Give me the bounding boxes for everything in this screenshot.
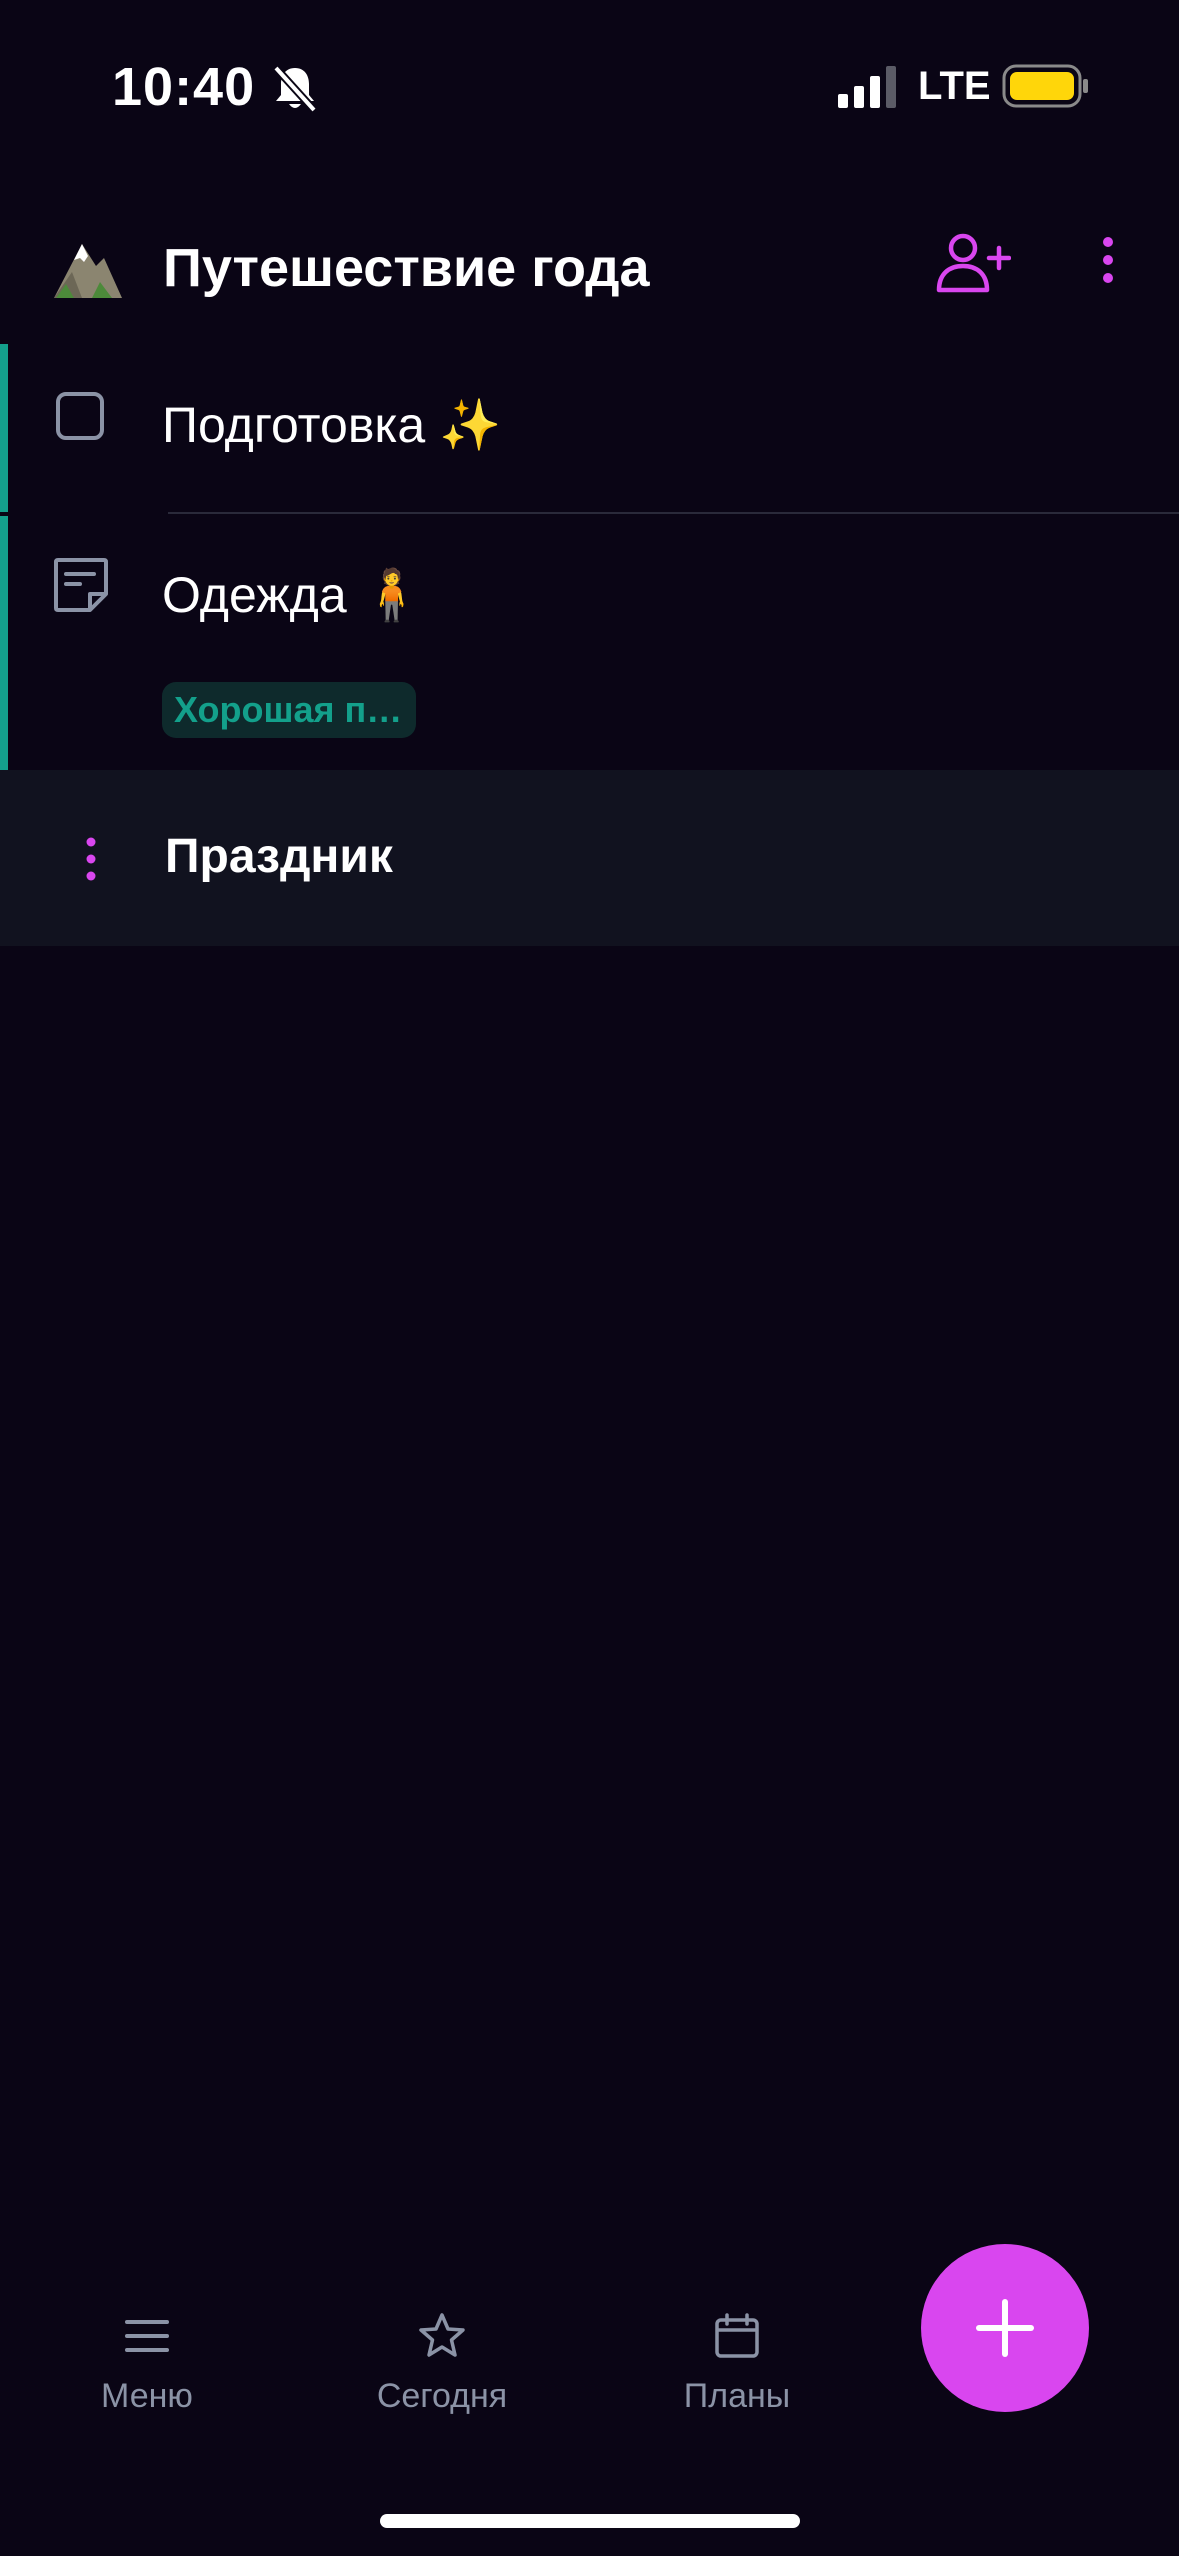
tab-plans[interactable]: Планы [637,2300,837,2450]
tab-menu[interactable]: Меню [47,2300,247,2450]
cellular-signal-icon [838,66,896,108]
home-indicator[interactable] [380,2514,800,2528]
list-item-note[interactable]: Одежда 🧍 Хорошая п… [0,516,1179,770]
tab-menu-label: Меню [101,2377,193,2415]
add-user-icon[interactable] [935,232,1011,296]
section-title: Праздник [165,830,393,883]
list-color-marker [0,516,8,770]
add-button[interactable] [921,2244,1089,2412]
network-type: LTE [918,64,991,108]
more-vertical-icon[interactable] [80,834,102,884]
divider [168,512,1179,514]
mountain-icon [54,244,122,298]
plus-icon [976,2299,1034,2357]
status-time: 10:40 [112,57,256,117]
menu-icon [125,2320,169,2352]
tab-today-label: Сегодня [376,2377,508,2415]
section-header[interactable]: Праздник [0,770,1179,946]
tab-today[interactable]: Сегодня [342,2300,542,2450]
calendar-icon [715,2313,759,2358]
page-title: Путешествие года [163,238,650,298]
bell-muted-icon [273,65,317,113]
battery-icon [1002,64,1088,108]
tab-plans-label: Планы [683,2377,791,2415]
list-color-marker [0,344,8,512]
task-checkbox[interactable] [56,392,104,440]
list-item-task[interactable]: Подготовка ✨ [0,344,1179,512]
task-title: Подготовка ✨ [162,397,502,453]
tag-chip[interactable]: Хорошая п… [162,682,416,738]
star-icon [419,2313,465,2357]
note-icon [54,558,108,612]
more-vertical-icon[interactable] [1090,232,1126,296]
note-title: Одежда 🧍 [162,567,423,623]
